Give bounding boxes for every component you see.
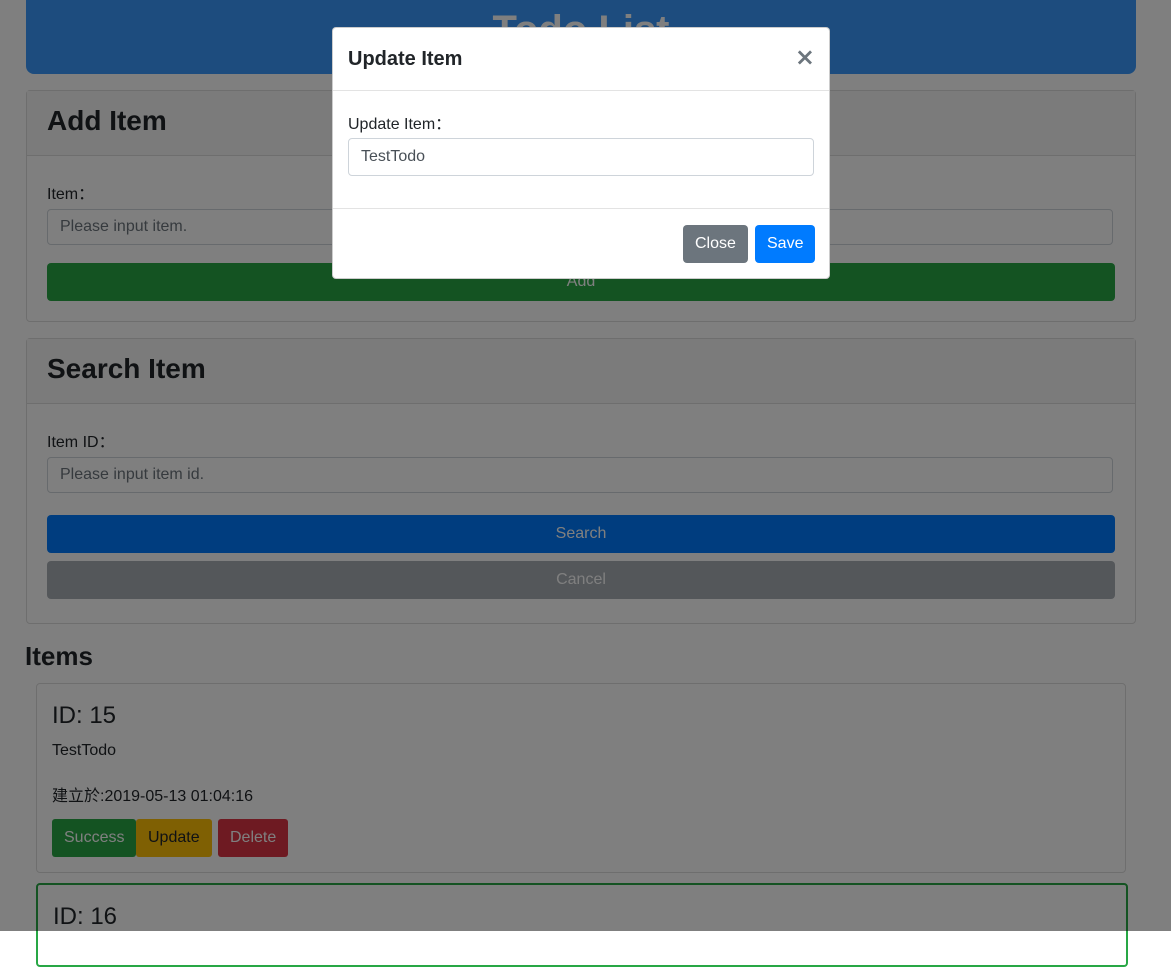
modal-title: Update Item: [348, 48, 463, 70]
modal-header: Update Item ×: [333, 28, 829, 91]
update-item-input[interactable]: [348, 138, 814, 176]
close-icon[interactable]: ×: [795, 44, 815, 70]
close-button[interactable]: Close: [683, 225, 748, 263]
save-button[interactable]: Save: [755, 225, 816, 263]
update-item-modal: Update Item × Update Item： Close Save: [332, 27, 830, 279]
update-item-label: Update Item：: [348, 116, 452, 133]
page: Todo List Add Item Item： Add Search Item…: [0, 0, 1171, 967]
modal-footer: Close Save: [333, 208, 829, 280]
